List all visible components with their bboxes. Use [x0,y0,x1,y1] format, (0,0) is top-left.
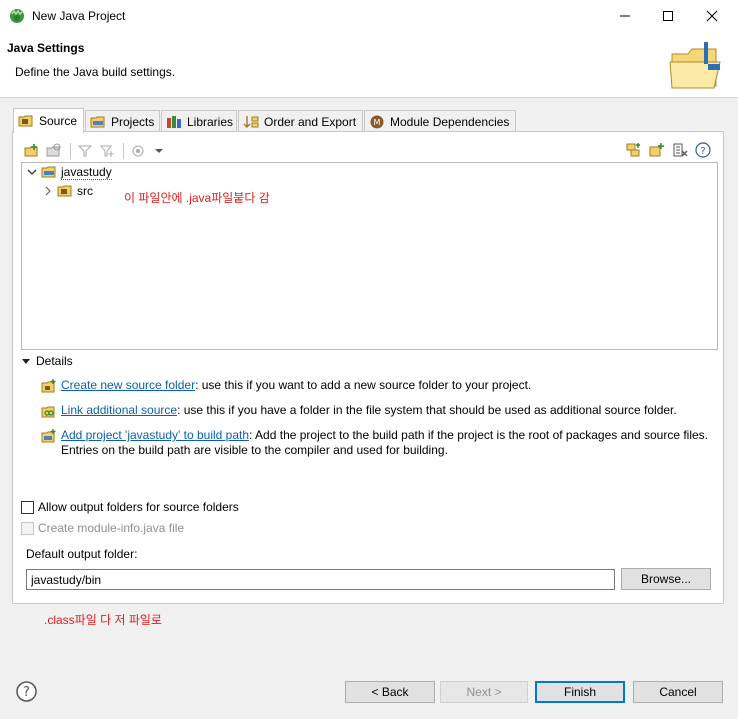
project-folder-icon [90,116,105,127]
maximize-button[interactable] [646,0,690,32]
configure-filter-icon[interactable] [99,143,115,159]
details-toggle[interactable]: Details [21,354,73,368]
page-title: Java Settings [7,41,85,55]
link-additional-source-link[interactable]: Link additional source [61,403,177,417]
close-icon [706,10,718,22]
edit-icon[interactable] [131,143,147,159]
annotation-note-src: 이 파일안에 .java파일붙다 감 [124,191,270,205]
src-label: src [77,184,93,198]
new-package-icon[interactable] [649,142,665,158]
tab-source[interactable]: Source [13,108,84,133]
add-folder-icon[interactable] [24,143,40,159]
svg-text:M: M [374,118,381,127]
tab-libraries[interactable]: Libraries [161,110,237,132]
libraries-icon [167,115,181,128]
maximize-icon [663,11,673,21]
detail-text: : use this if you have a folder in the f… [177,403,677,417]
default-output-folder-input[interactable] [26,569,615,590]
tab-source-label: Source [39,114,78,128]
source-folder-icon [18,115,33,127]
tree-row-project[interactable]: javastudy [26,163,112,181]
add-project-to-build-path-link[interactable]: Add project 'javastudy' to build path [61,428,249,442]
minimize-icon [620,15,630,17]
expand-all-icon[interactable] [626,142,642,158]
filter-icon[interactable] [77,143,93,159]
browse-button[interactable]: Browse... [621,568,711,590]
svg-text:?: ? [700,146,705,157]
java-project-icon [41,166,56,178]
module-icon: M [370,115,384,128]
order-export-icon [243,115,259,128]
tab-order-and-export-label: Order and Export [264,114,357,129]
page-description: Define the Java build settings. [15,65,176,79]
allow-output-folders-checkbox[interactable] [21,500,34,514]
chevron-down-icon[interactable] [151,143,167,159]
toolbar-separator [123,143,124,159]
detail-create-source-folder: Create new source folder: use this if yo… [41,378,711,394]
title-bar: New Java Project [0,0,738,32]
java-folder-wizard-icon [669,42,721,89]
chevron-down-icon[interactable] [26,166,38,178]
tab-projects-label: Projects [111,114,155,129]
project-label: javastudy [61,164,112,180]
new-source-folder-icon [41,379,56,393]
create-new-source-folder-link[interactable]: Create new source folder [61,378,195,392]
default-output-folder-label: Default output folder: [26,547,138,561]
detail-link-additional-source: Link additional source: use this if you … [41,403,711,419]
tab-module-dependencies-label: Module Dependencies [390,114,510,129]
triangle-down-icon [22,359,30,364]
link-source-icon[interactable] [46,143,62,159]
tab-libraries-label: Libraries [187,114,234,129]
create-module-info-option: Create module-info.java file [21,521,184,535]
eclipse-app-icon [10,9,24,23]
allow-output-folders-option[interactable]: Allow output folders for source folders [21,500,239,514]
close-button[interactable] [690,0,734,32]
finish-button[interactable]: Finish [535,681,625,703]
allow-output-folders-label: Allow output folders for source folders [38,500,239,514]
back-button[interactable]: < Back [345,681,435,703]
next-button: Next > [440,681,528,703]
help-icon[interactable]: ? [16,681,37,702]
minimize-button[interactable] [603,0,647,32]
help-icon[interactable]: ? [695,142,711,158]
source-tab-panel: ? javastudy src 이 파일안에 .java파일붙다 감 Detai… [12,131,724,604]
detail-add-project-to-build-path: Add project 'javastudy' to build path: A… [41,428,711,458]
details-label: Details [36,354,73,368]
create-module-info-checkbox [21,521,34,535]
remove-icon[interactable] [672,142,688,158]
chevron-right-icon[interactable] [42,185,54,197]
tab-order-and-export[interactable]: Order and Export [238,110,363,132]
annotation-note-output: .class파일 다 저 파일로 [44,613,162,627]
toolbar-separator [70,143,71,159]
add-to-build-path-icon [41,429,56,443]
create-module-info-label: Create module-info.java file [38,521,185,535]
tree-row-src[interactable]: src [42,182,93,200]
wizard-banner: Java Settings Define the Java build sett… [0,32,738,98]
tab-module-dependencies[interactable]: M Module Dependencies [364,110,516,132]
source-folder-tree[interactable]: javastudy src 이 파일안에 .java파일붙다 감 [21,162,718,350]
svg-text:?: ? [23,685,30,700]
window-title: New Java Project [32,9,126,23]
source-folder-icon [57,185,72,197]
link-source-folder-icon [41,406,55,418]
cancel-button[interactable]: Cancel [633,681,723,703]
tab-projects[interactable]: Projects [85,110,160,132]
detail-text: : use this if you want to add a new sour… [195,378,532,392]
